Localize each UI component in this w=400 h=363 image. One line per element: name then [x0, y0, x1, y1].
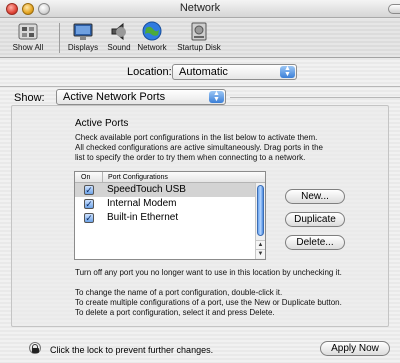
- table-row[interactable]: ✓ SpeedTouch USB: [75, 183, 265, 197]
- toolbar-sound[interactable]: Sound: [104, 21, 134, 52]
- show-value: Active Network Ports: [63, 91, 166, 103]
- divider: [0, 86, 400, 87]
- duplicate-button[interactable]: Duplicate: [285, 212, 345, 227]
- location-label: Location:: [127, 66, 172, 78]
- column-on[interactable]: On: [81, 172, 90, 183]
- toolbar-show-all[interactable]: Show All: [4, 21, 52, 52]
- toolbar-displays[interactable]: Displays: [63, 21, 103, 52]
- port-name: SpeedTouch USB: [107, 184, 186, 195]
- active-ports-heading: Active Ports: [75, 118, 129, 129]
- displays-icon: [72, 21, 94, 42]
- show-label: Show:: [14, 92, 45, 104]
- startup-disk-icon: [188, 21, 210, 42]
- divider: [230, 97, 400, 98]
- scroll-up-arrow[interactable]: ▲: [256, 240, 265, 249]
- lock-text: Click the lock to prevent further change…: [50, 345, 214, 355]
- toolbar-network[interactable]: Network: [133, 21, 171, 52]
- port-enabled-checkbox[interactable]: ✓: [84, 185, 94, 195]
- port-name: Internal Modem: [107, 198, 177, 209]
- column-port-configurations[interactable]: Port Configurations: [108, 172, 168, 183]
- title-bar[interactable]: Network: [0, 0, 400, 18]
- description-line: list to specify the order to try them wh…: [75, 153, 306, 162]
- description-line: Check available port configurations in t…: [75, 133, 318, 142]
- apply-now-button[interactable]: Apply Now: [320, 341, 390, 356]
- location-value: Automatic: [179, 66, 228, 78]
- port-name: Built-in Ethernet: [107, 212, 179, 223]
- network-preferences-window: Network Show All Displays Sound Network …: [0, 0, 400, 363]
- popup-arrows-icon: ▲ ▼: [280, 65, 295, 78]
- active-ports-description: Check available port configurations in t…: [75, 133, 323, 163]
- instruction-line: To create multiple configurations of a p…: [75, 298, 342, 307]
- network-icon: [141, 21, 163, 42]
- delete-button[interactable]: Delete...: [285, 235, 345, 250]
- port-enabled-checkbox[interactable]: ✓: [84, 213, 94, 223]
- new-button[interactable]: New...: [285, 189, 345, 204]
- port-configurations-table[interactable]: On Port Configurations ✓ SpeedTouch USB …: [74, 171, 266, 260]
- port-enabled-checkbox[interactable]: ✓: [84, 199, 94, 209]
- show-popup[interactable]: Active Network Ports ▲ ▼: [56, 89, 226, 105]
- toolbar-label: Sound: [107, 43, 131, 52]
- description-line: All checked configurations are active si…: [75, 143, 323, 152]
- toolbar-label: Show All: [12, 43, 44, 52]
- lock-body: [32, 348, 39, 353]
- table-header: On Port Configurations: [75, 172, 265, 183]
- toolbar-separator: [59, 23, 60, 53]
- location-popup[interactable]: Automatic ▲ ▼: [172, 64, 297, 80]
- toolbar-toggle-button[interactable]: [388, 4, 400, 14]
- toolbar-label: Displays: [67, 43, 99, 52]
- column-divider: [102, 172, 103, 183]
- show-all-icon: [17, 21, 39, 42]
- toolbar-startup-disk[interactable]: Startup Disk: [171, 21, 227, 52]
- instruction-line: To delete a port configuration, select i…: [75, 308, 275, 317]
- scroll-down-arrow[interactable]: ▼: [256, 249, 265, 258]
- lock-icon[interactable]: [29, 342, 41, 354]
- toolbar-label: Network: [137, 43, 167, 52]
- table-scrollbar[interactable]: ▲ ▼: [255, 183, 265, 259]
- toolbar: Show All Displays Sound Network Startup …: [0, 19, 400, 58]
- instruction-line: To change the name of a port configurati…: [75, 288, 283, 297]
- scrollbar-thumb[interactable]: [257, 185, 264, 236]
- popup-arrows-icon: ▲ ▼: [209, 90, 224, 103]
- table-row[interactable]: ✓ Built-in Ethernet: [75, 211, 265, 225]
- port-instructions: To change the name of a port configurati…: [75, 288, 342, 318]
- toolbar-label: Startup Disk: [177, 43, 221, 52]
- turn-off-note: Turn off any port you no longer want to …: [75, 268, 342, 277]
- window-title: Network: [179, 2, 221, 14]
- table-row[interactable]: ✓ Internal Modem: [75, 197, 265, 211]
- sound-icon: [108, 21, 130, 42]
